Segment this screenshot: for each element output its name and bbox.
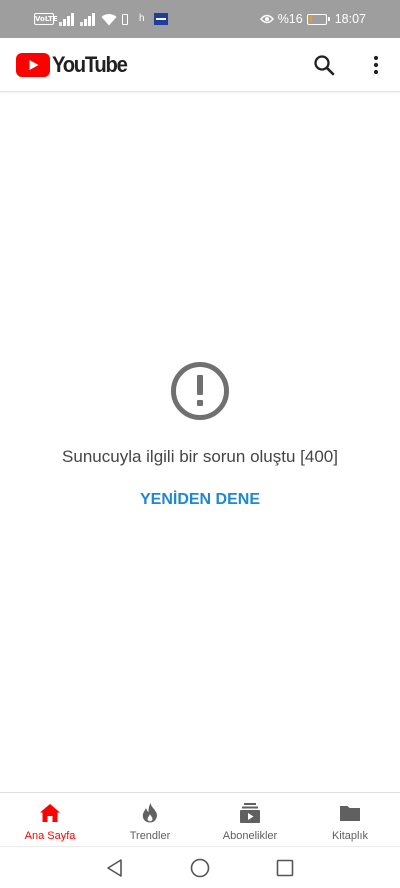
system-recents-button[interactable] [274, 857, 296, 879]
nav-label-subscriptions: Abonelikler [222, 830, 278, 842]
subscriptions-icon [240, 803, 260, 823]
error-icon [171, 362, 229, 420]
home-circle-icon [190, 858, 210, 878]
recents-icon [276, 859, 294, 877]
youtube-play-icon [16, 53, 50, 77]
system-back-button[interactable] [104, 857, 126, 879]
status-left-group: VoLTE h [34, 11, 168, 27]
battery-fill [308, 15, 312, 22]
eye-icon [259, 14, 274, 24]
signal-icon-2 [80, 12, 96, 26]
bottom-navigation: Ana Sayfa Trendler Abonelikler Kitaplık [0, 792, 400, 846]
app-bar: YouTube [0, 38, 400, 92]
error-message: Sunucuyla ilgili bir sorun oluştu [400] [62, 447, 338, 466]
battery-saver-icon [122, 13, 128, 25]
logo-text: YouTube [52, 52, 128, 77]
status-right-group: %16 18:07 [259, 11, 366, 27]
more-vert-icon [373, 55, 379, 75]
nav-label-trending: Trendler [129, 830, 171, 842]
nav-item-library[interactable]: Kitaplık [300, 793, 400, 846]
back-icon [107, 859, 122, 877]
volte-icon: VoLTE [34, 13, 58, 25]
nav-label-home: Ana Sayfa [24, 830, 76, 842]
wifi-icon [101, 13, 117, 25]
flag-icon [153, 13, 168, 25]
search-icon [314, 55, 335, 76]
home-icon [40, 804, 60, 822]
clock: 18:07 [334, 12, 366, 26]
trending-icon [142, 803, 157, 823]
battery-icon [306, 13, 330, 25]
system-home-button[interactable] [189, 857, 211, 879]
nav-label-library: Kitaplık [331, 830, 369, 842]
nav-item-home[interactable]: Ana Sayfa [0, 793, 100, 846]
more-options-button[interactable] [356, 45, 396, 85]
signal-icon [59, 12, 75, 26]
search-button[interactable] [304, 45, 344, 85]
youtube-logo[interactable]: YouTube [16, 52, 133, 77]
h-indicator: h [139, 13, 145, 24]
battery-percent: %16 [277, 12, 303, 26]
library-icon [340, 806, 360, 821]
retry-button[interactable]: YENİDEN DENE [110, 488, 290, 512]
nav-item-subscriptions[interactable]: Abonelikler [200, 793, 300, 846]
nav-item-trending[interactable]: Trendler [100, 793, 200, 846]
status-bar: VoLTE h %16 18:07 [0, 0, 400, 38]
system-navigation-bar [0, 846, 400, 888]
